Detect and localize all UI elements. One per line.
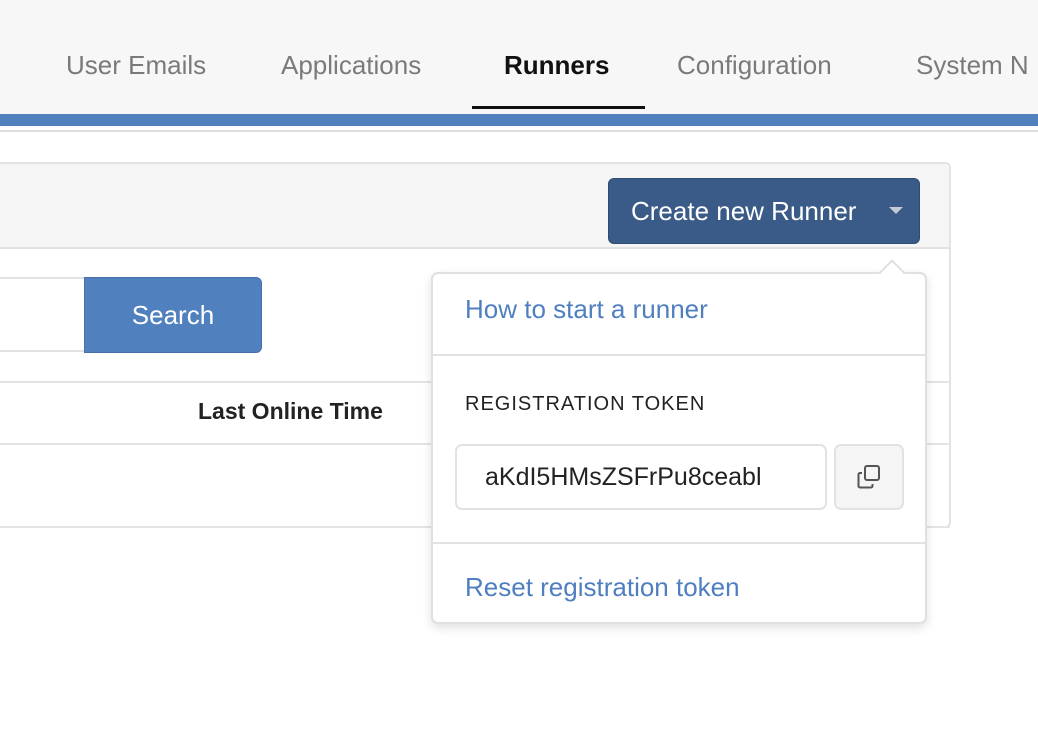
- tab-system-notices[interactable]: System N: [916, 50, 1029, 81]
- tab-runners[interactable]: Runners: [504, 50, 609, 81]
- top-navigation: User Emails Applications Runners Configu…: [0, 0, 1038, 114]
- reset-registration-token-link[interactable]: Reset registration token: [465, 572, 740, 603]
- copy-token-button[interactable]: [834, 444, 904, 510]
- search-input[interactable]: [0, 277, 86, 352]
- active-tab-indicator: [472, 106, 645, 109]
- tab-configuration[interactable]: Configuration: [677, 50, 832, 81]
- panel-header: Create new Runner: [0, 164, 949, 249]
- tab-user-emails[interactable]: User Emails: [66, 50, 206, 81]
- registration-token-value: aKdI5HMsZSFrPu8ceabl: [485, 462, 762, 491]
- create-runner-dropdown-menu: How to start a runner REGISTRATION TOKEN…: [431, 259, 927, 624]
- registration-token-field[interactable]: aKdI5HMsZSFrPu8ceabl: [455, 444, 827, 510]
- tab-applications[interactable]: Applications: [281, 50, 421, 81]
- dropdown-divider: [433, 354, 925, 356]
- dropdown-divider: [433, 542, 925, 544]
- search-button[interactable]: Search: [84, 277, 262, 353]
- copy-icon: [857, 465, 880, 489]
- registration-token-label: REGISTRATION TOKEN: [465, 393, 706, 415]
- create-new-runner-label: Create new Runner: [631, 195, 857, 226]
- how-to-start-runner-link[interactable]: How to start a runner: [465, 294, 708, 325]
- column-header-last-online-time[interactable]: Last Online Time: [198, 398, 383, 425]
- caret-down-icon: [889, 207, 903, 214]
- divider: [0, 130, 1038, 132]
- accent-bar: [0, 114, 1038, 126]
- create-new-runner-button[interactable]: Create new Runner: [608, 178, 920, 244]
